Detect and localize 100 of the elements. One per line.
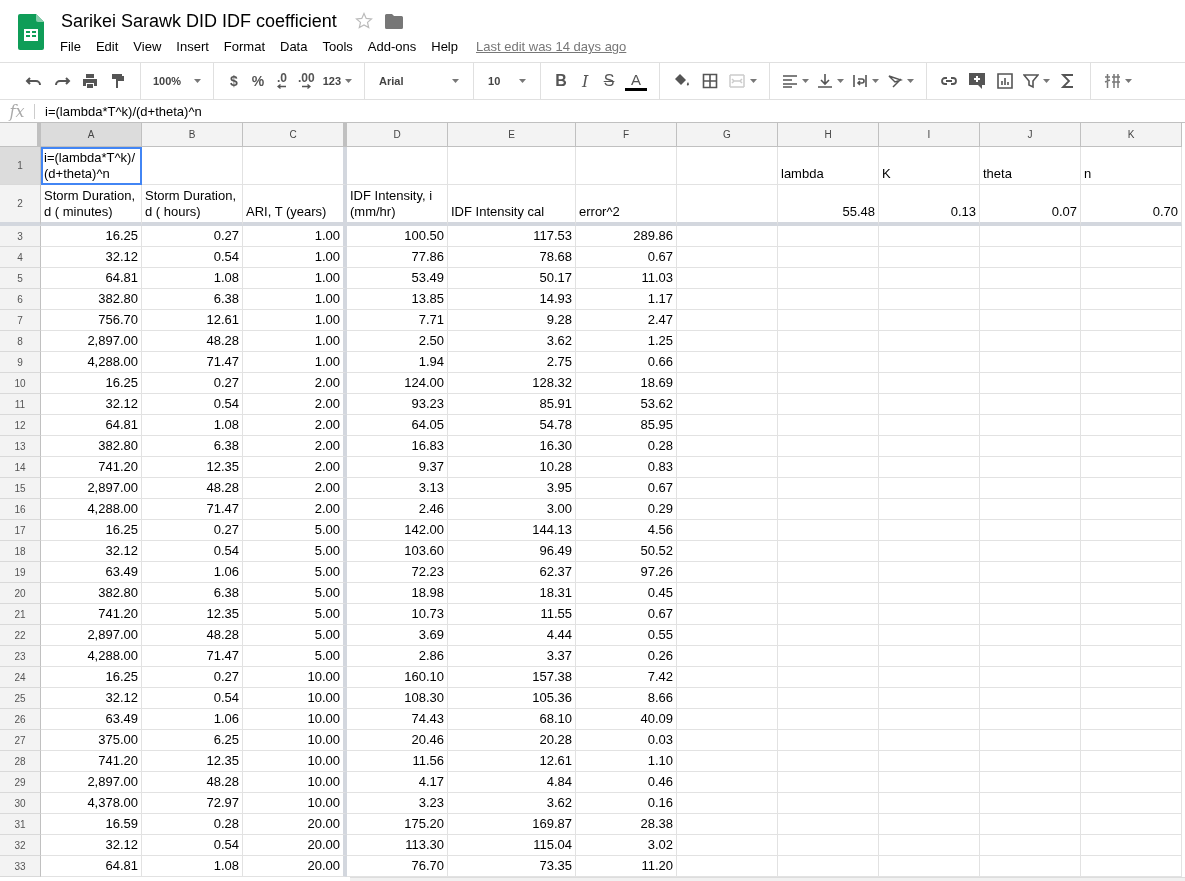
row-header[interactable]: 11 [0, 394, 41, 415]
last-edit-link[interactable]: Last edit was 14 days ago [476, 39, 627, 54]
table-cell: 10.28 [448, 457, 576, 478]
menu-item[interactable]: Insert [168, 36, 217, 57]
column-header[interactable]: B [142, 123, 243, 147]
menu-item[interactable]: Edit [87, 36, 127, 57]
row-header[interactable]: 2 [0, 185, 41, 226]
table-cell: 756.70 [41, 310, 142, 331]
document-title[interactable]: Sarikei Sarawk DID IDF coefficient [61, 10, 337, 32]
currency-format-button[interactable]: $ [222, 68, 246, 94]
borders-icon[interactable] [701, 72, 720, 90]
row-header[interactable]: 13 [0, 436, 41, 457]
row-header[interactable]: 29 [0, 772, 41, 793]
more-formats-dropdown[interactable]: 123 [318, 68, 357, 94]
table-cell: 4,288.00 [41, 499, 142, 520]
folder-icon[interactable] [384, 13, 403, 29]
menu-item[interactable]: File [60, 36, 89, 57]
table-cell: 382.80 [41, 289, 142, 310]
table-cell: 2,897.00 [41, 625, 142, 646]
table-cell: 2.75 [448, 352, 576, 373]
row-header[interactable]: 15 [0, 478, 41, 499]
sheets-logo-icon[interactable] [18, 14, 44, 50]
chart-icon[interactable] [996, 72, 1015, 90]
row-header[interactable]: 22 [0, 625, 41, 646]
column-header[interactable]: J [980, 123, 1081, 147]
column-header[interactable]: K [1081, 123, 1182, 147]
column-header[interactable]: D [347, 123, 448, 147]
row-header[interactable]: 20 [0, 583, 41, 604]
table-cell: n [1081, 147, 1182, 185]
row-header[interactable]: 5 [0, 268, 41, 289]
table-cell: 96.49 [448, 541, 576, 562]
column-header[interactable]: E [448, 123, 576, 147]
text-color-button[interactable]: A [621, 68, 652, 94]
row-header[interactable]: 7 [0, 310, 41, 331]
percent-format-button[interactable]: % [246, 68, 270, 94]
text-rotation-icon [887, 73, 904, 89]
row-header[interactable]: 30 [0, 793, 41, 814]
column-header[interactable]: G [677, 123, 778, 147]
font-dropdown[interactable]: Arial [373, 68, 466, 94]
row-header[interactable]: 1 [0, 147, 41, 185]
row-header[interactable]: 31 [0, 814, 41, 835]
zoom-dropdown[interactable]: 100% [149, 68, 205, 94]
row-header[interactable]: 4 [0, 247, 41, 268]
table-cell: 4,378.00 [41, 793, 142, 814]
menu-item[interactable]: Add-ons [359, 36, 425, 57]
column-header[interactable]: I [879, 123, 980, 147]
table-cell: 1.10 [576, 751, 677, 772]
row-header[interactable]: 18 [0, 541, 41, 562]
column-header[interactable]: F [576, 123, 677, 147]
row-header[interactable]: 8 [0, 331, 41, 352]
table-cell: 54.78 [448, 415, 576, 436]
column-header[interactable]: A [41, 123, 142, 147]
column-header[interactable]: H [778, 123, 879, 147]
row-header[interactable]: 32 [0, 835, 41, 856]
menu-item[interactable]: Tools [314, 36, 361, 57]
table-cell: 2.46 [347, 499, 448, 520]
menu-item[interactable]: View [125, 36, 170, 57]
table-cell: 0.07 [980, 185, 1081, 226]
italic-button[interactable]: I [573, 68, 598, 94]
row-header[interactable]: 12 [0, 415, 41, 436]
menu-item[interactable]: Format [215, 36, 273, 57]
row-header[interactable]: 10 [0, 373, 41, 394]
formula-input[interactable]: i=(lambda*T^k)/(d+theta)^n [45, 103, 202, 119]
table-cell: 0.28 [142, 814, 243, 835]
menu-item[interactable]: Data [272, 36, 316, 57]
row-header[interactable]: 27 [0, 730, 41, 751]
table-cell: 28.38 [576, 814, 677, 835]
add-comment-icon[interactable] [968, 72, 987, 90]
row-header[interactable]: 21 [0, 604, 41, 625]
paint-format-icon[interactable] [109, 72, 127, 90]
caret-icon [519, 79, 527, 83]
table-cell: 2,897.00 [41, 331, 142, 352]
star-icon[interactable] [354, 12, 373, 30]
row-header[interactable]: 23 [0, 646, 41, 667]
row-header[interactable]: 6 [0, 289, 41, 310]
caret-icon [837, 79, 845, 83]
increase-decimals-button[interactable]: .00 [294, 68, 319, 94]
left-arrow-icon [277, 84, 287, 89]
row-header[interactable]: 9 [0, 352, 41, 373]
table-cell: 53.62 [576, 394, 677, 415]
menu-item[interactable]: Help [423, 36, 466, 57]
bold-button[interactable]: B [549, 68, 574, 94]
table-cell: 64.81 [41, 415, 142, 436]
row-header[interactable]: 14 [0, 457, 41, 478]
row-header[interactable]: 16 [0, 499, 41, 520]
font-size-dropdown[interactable]: 10 [482, 68, 533, 94]
row-header[interactable]: 25 [0, 688, 41, 709]
table-cell: 71.47 [142, 646, 243, 667]
row-header[interactable]: 3 [0, 226, 41, 247]
strikethrough-button[interactable]: S [597, 68, 622, 94]
decrease-decimals-button[interactable]: .0 [270, 68, 294, 94]
table-cell: 12.61 [142, 310, 243, 331]
column-header[interactable]: C [243, 123, 347, 147]
row-header[interactable]: 28 [0, 751, 41, 772]
row-header[interactable]: 17 [0, 520, 41, 541]
row-header[interactable]: 26 [0, 709, 41, 730]
print-icon[interactable] [81, 72, 99, 90]
row-header[interactable]: 24 [0, 667, 41, 688]
row-header[interactable]: 33 [0, 856, 41, 877]
row-header[interactable]: 19 [0, 562, 41, 583]
